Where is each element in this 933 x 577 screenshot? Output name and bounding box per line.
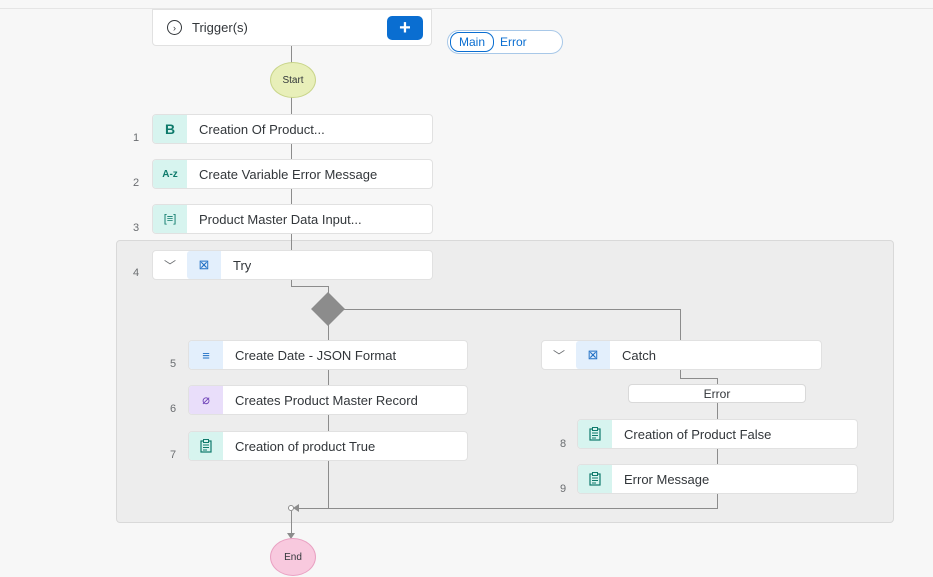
- step-number: 3: [133, 222, 140, 234]
- step-label: Create Variable Error Message: [199, 166, 378, 182]
- step-label: Try: [233, 257, 252, 273]
- step-label: Creation of product True: [235, 438, 376, 454]
- end-label: End: [284, 551, 302, 563]
- connector: [680, 378, 718, 379]
- record-icon: ⌀: [189, 386, 223, 414]
- step-card-9[interactable]: Error Message: [577, 464, 858, 494]
- error-badge-label: Error: [703, 386, 731, 401]
- data-input-icon: [≡]: [153, 205, 187, 233]
- step-card-7[interactable]: Creation of product True: [188, 431, 468, 461]
- step-number: 5: [170, 358, 177, 370]
- step-number: 7: [170, 449, 177, 461]
- clipboard-icon: [189, 432, 223, 460]
- a-z-icon: A-z: [153, 160, 187, 188]
- step-label: Creation Of Product...: [199, 121, 325, 137]
- step-label: Product Master Data Input...: [199, 211, 362, 227]
- connector: [328, 370, 329, 385]
- step-number: 4: [133, 267, 140, 279]
- connector: [328, 415, 329, 431]
- connector: [291, 234, 292, 250]
- try-card[interactable]: ﹀ ⊠ Try: [152, 250, 433, 280]
- trigger-card[interactable]: › Trigger(s) +: [152, 9, 432, 46]
- connector: [291, 96, 292, 114]
- step-number: 2: [133, 177, 140, 189]
- start-label: Start: [282, 74, 304, 86]
- connector: [291, 189, 292, 204]
- step-label: Error Message: [624, 471, 710, 487]
- step-number: 1: [133, 132, 140, 144]
- step-card-8[interactable]: Creation of Product False: [577, 419, 858, 449]
- connector: [328, 461, 329, 509]
- connector: [291, 144, 292, 159]
- step-card-5[interactable]: ≡ Create Date - JSON Format: [188, 340, 468, 370]
- step-card-2[interactable]: A-z Create Variable Error Message: [152, 159, 433, 189]
- step-number: 8: [560, 438, 567, 450]
- add-trigger-button[interactable]: +: [387, 16, 423, 40]
- main-error-toggle[interactable]: Main Error: [447, 30, 563, 54]
- step-number: 6: [170, 403, 177, 415]
- step-card-3[interactable]: [≡] Product Master Data Input...: [152, 204, 433, 234]
- try-icon: ⊠: [187, 251, 221, 279]
- chevron-circle-icon[interactable]: ›: [167, 20, 182, 35]
- step-label: Creates Product Master Record: [235, 392, 418, 408]
- tab-error[interactable]: Error: [500, 35, 527, 49]
- start-node[interactable]: Start: [270, 62, 316, 98]
- step-label: Create Date - JSON Format: [235, 347, 397, 363]
- step-number: 9: [560, 483, 567, 495]
- step-label: Creation of Product False: [624, 426, 772, 442]
- error-badge: Error: [628, 384, 806, 403]
- connector: [296, 508, 718, 509]
- trigger-label: Trigger(s): [192, 20, 248, 35]
- format-icon: ≡: [189, 341, 223, 369]
- tab-main[interactable]: Main: [450, 32, 495, 52]
- catch-icon: ⊠: [576, 341, 610, 369]
- step-card-1[interactable]: B Creation Of Product...: [152, 114, 433, 144]
- connector: [680, 370, 681, 378]
- connector: [344, 309, 680, 310]
- connector: [717, 494, 718, 508]
- catch-label: Catch: [622, 347, 656, 363]
- chevron-down-icon[interactable]: ﹀: [153, 251, 187, 279]
- step-card-6[interactable]: ⌀ Creates Product Master Record: [188, 385, 468, 415]
- chevron-down-icon[interactable]: ﹀: [542, 341, 576, 369]
- b-icon: B: [153, 115, 187, 143]
- top-border: [0, 8, 933, 9]
- clipboard-icon: [578, 465, 612, 493]
- plus-icon: +: [399, 16, 411, 39]
- clipboard-icon: [578, 420, 612, 448]
- connector: [717, 402, 718, 420]
- connector: [717, 449, 718, 465]
- end-node[interactable]: End: [270, 538, 316, 576]
- connector: [680, 309, 681, 340]
- catch-card[interactable]: ﹀ ⊠ Catch: [541, 340, 822, 370]
- connector: [291, 286, 329, 287]
